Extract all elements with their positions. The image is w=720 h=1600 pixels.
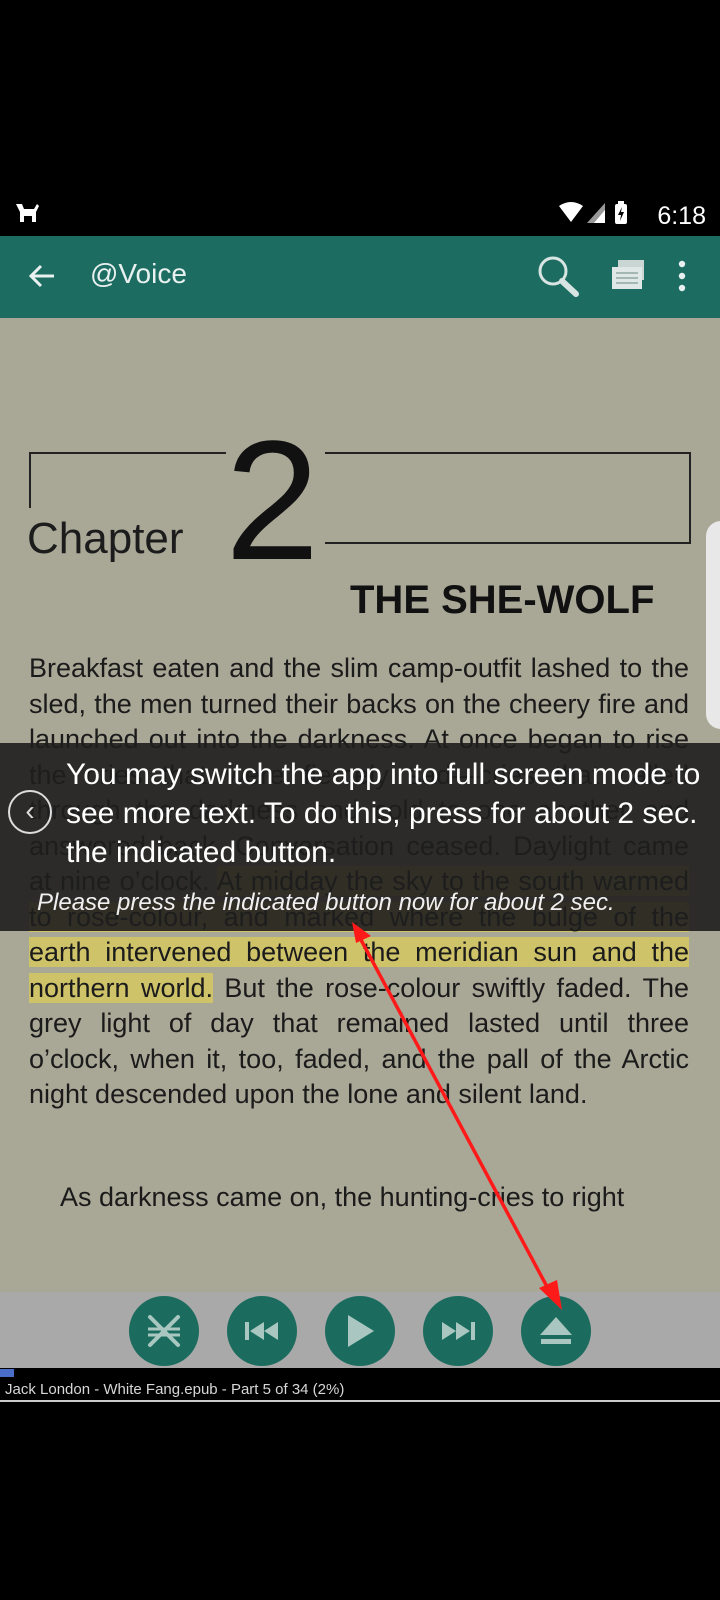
- app-bar: @Voice: [0, 236, 720, 318]
- chevron-left-icon[interactable]: ‹: [8, 790, 52, 834]
- app-notification-icon: [16, 204, 39, 222]
- tip-instruction: Please press the indicated button now fo…: [37, 889, 615, 916]
- tip-overlay: ‹ You may switch the app into full scree…: [0, 743, 720, 931]
- next-button[interactable]: [423, 1296, 493, 1366]
- status-bar: 6:18: [0, 196, 720, 236]
- folder-icon[interactable]: [612, 260, 646, 290]
- no-sleep-timer-icon: [148, 1315, 180, 1347]
- fullscreen-button[interactable]: [521, 1296, 591, 1366]
- file-info: Jack London - White Fang.epub - Part 5 o…: [5, 1381, 345, 1398]
- status-time: 6:18: [657, 202, 706, 230]
- signal-icon: [587, 203, 605, 223]
- side-panel-handle[interactable]: [706, 521, 720, 729]
- play-icon: [348, 1315, 374, 1347]
- eject-icon: [540, 1317, 572, 1344]
- chapter-number: 2: [225, 406, 320, 596]
- tip-message: You may switch the app into full screen …: [66, 758, 701, 869]
- progress-marker: [0, 1369, 14, 1377]
- body-paragraph-2: As darkness came on, the hunting-cries t…: [29, 1180, 689, 1216]
- chapter-frame-right: [325, 452, 691, 544]
- back-arrow-icon[interactable]: [28, 262, 56, 290]
- previous-icon: [245, 1322, 278, 1340]
- chapter-frame-left: [29, 452, 226, 508]
- search-icon[interactable]: [536, 254, 580, 298]
- next-icon: [442, 1322, 475, 1340]
- footer-bar: Jack London - White Fang.epub - Part 5 o…: [0, 1368, 720, 1402]
- wifi-icon: [559, 202, 583, 222]
- more-menu-icon[interactable]: [678, 260, 686, 292]
- player-controls: [0, 1292, 720, 1368]
- play-button[interactable]: [325, 1296, 395, 1366]
- chapter-label: Chapter: [27, 514, 184, 563]
- paragraph-text-2: As darkness came on, the hunting-cries t…: [60, 1182, 625, 1212]
- battery-icon: [615, 201, 627, 224]
- app-title: @Voice: [90, 258, 187, 289]
- chapter-title: THE SHE-WOLF: [350, 578, 655, 622]
- sleep-timer-off-button[interactable]: [129, 1296, 199, 1366]
- previous-button[interactable]: [227, 1296, 297, 1366]
